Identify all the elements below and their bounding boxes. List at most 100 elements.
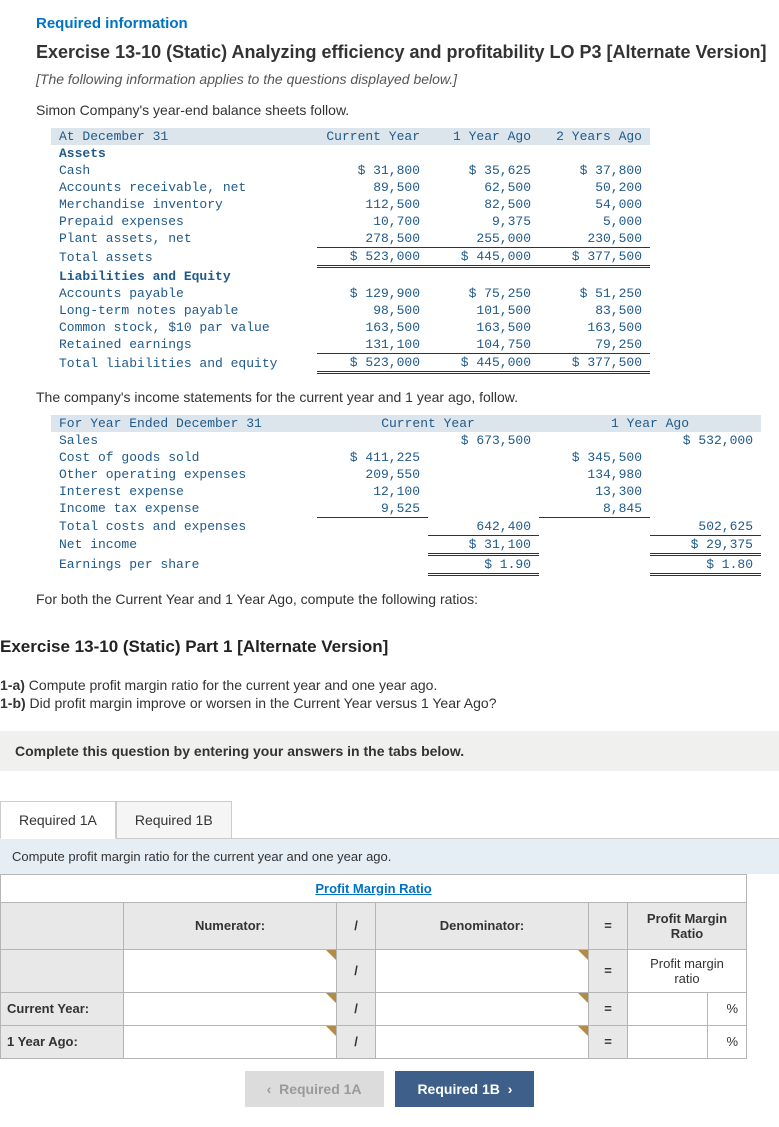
result-label: Profit margin ratio — [628, 949, 747, 992]
total-assets-label: Total assets — [51, 248, 317, 267]
table-cell: 163,500 — [428, 319, 539, 336]
applies-note: [The following information applies to th… — [36, 71, 779, 87]
total-assets-c: $ 523,000 — [317, 248, 428, 267]
total-assets-y1: $ 445,000 — [428, 248, 539, 267]
table-cell: 83,500 — [539, 302, 650, 319]
part-title: Exercise 13-10 (Static) Part 1 [Alternat… — [0, 637, 779, 657]
denominator-y1-input[interactable] — [376, 1025, 589, 1058]
table-cell: 9,375 — [428, 213, 539, 230]
table-cell: 112,500 — [317, 196, 428, 213]
eps-label: Earnings per share — [51, 554, 317, 574]
denominator-label-input[interactable] — [376, 949, 589, 992]
result-y1[interactable] — [628, 1025, 708, 1058]
row-current-year: Current Year: — [1, 992, 124, 1025]
table-cell: $ 31,800 — [317, 162, 428, 179]
answer-table: Profit Margin Ratio Numerator: / Denomin… — [0, 874, 747, 1059]
table-cell: 98,500 — [317, 302, 428, 319]
required-info-label: Required information — [36, 15, 779, 32]
numerator-current-input[interactable] — [124, 992, 337, 1025]
sales-y1: $ 532,000 — [650, 432, 761, 449]
dropdown-icon — [326, 950, 336, 960]
income-intro: The company's income statements for the … — [36, 389, 779, 405]
result-current[interactable] — [628, 992, 708, 1025]
dropdown-icon — [578, 993, 588, 1003]
table-row-label: Common stock, $10 par value — [51, 319, 317, 336]
ratios-intro: For both the Current Year and 1 Year Ago… — [36, 591, 779, 607]
table-cell: 8,845 — [539, 500, 650, 518]
chevron-left-icon: ‹ — [267, 1081, 272, 1097]
q1a: 1-a) Compute profit margin ratio for the… — [0, 677, 779, 693]
table-cell: $ 51,250 — [539, 285, 650, 302]
table-cell: 131,100 — [317, 336, 428, 354]
table-row-label: Accounts payable — [51, 285, 317, 302]
table-cell: 104,750 — [428, 336, 539, 354]
table-row-label: Long-term notes payable — [51, 302, 317, 319]
col-current: Current Year — [317, 128, 428, 145]
total-costs-y1: 502,625 — [650, 518, 761, 536]
table-row-label: Plant assets, net — [51, 230, 317, 248]
chevron-right-icon: › — [508, 1081, 513, 1097]
table-cell: 89,500 — [317, 179, 428, 196]
table-cell: 278,500 — [317, 230, 428, 248]
sales-label: Sales — [51, 432, 317, 449]
table-cell: $ 345,500 — [539, 449, 650, 466]
q1b: 1-b) Did profit margin improve or worsen… — [0, 695, 779, 711]
table-cell: 230,500 — [539, 230, 650, 248]
table-cell: 13,300 — [539, 483, 650, 500]
table-row-label: Other operating expenses — [51, 466, 317, 483]
col-date: At December 31 — [51, 128, 317, 145]
table-cell: 134,980 — [539, 466, 650, 483]
tabs: Required 1A Required 1B — [0, 801, 779, 839]
sales-c: $ 673,500 — [428, 432, 539, 449]
table-cell: 163,500 — [539, 319, 650, 336]
table-cell: 50,200 — [539, 179, 650, 196]
dropdown-icon — [578, 950, 588, 960]
net-income-label: Net income — [51, 535, 317, 554]
col-y2: 2 Years Ago — [539, 128, 650, 145]
numerator-label-input[interactable] — [124, 949, 337, 992]
table-cell: 255,000 — [428, 230, 539, 248]
total-liab-label: Total liabilities and equity — [51, 354, 317, 373]
table-cell: 5,000 — [539, 213, 650, 230]
table-cell: 9,525 — [317, 500, 428, 518]
eps-y1: $ 1.80 — [650, 554, 761, 574]
table-cell: 209,550 — [317, 466, 428, 483]
assets-header: Assets — [51, 145, 650, 162]
table-cell: $ 129,900 — [317, 285, 428, 302]
table-row-label: Accounts receivable, net — [51, 179, 317, 196]
total-liab-y1: $ 445,000 — [428, 354, 539, 373]
table-cell: $ 411,225 — [317, 449, 428, 466]
tab-required-1a[interactable]: Required 1A — [0, 801, 116, 839]
result-header: Profit Margin Ratio — [628, 902, 747, 949]
dropdown-icon — [326, 993, 336, 1003]
row-1-year-ago: 1 Year Ago: — [1, 1025, 124, 1058]
net-income-y1: $ 29,375 — [650, 535, 761, 554]
pct-label: % — [708, 1025, 747, 1058]
tab-instruction: Compute profit margin ratio for the curr… — [0, 839, 779, 874]
total-costs-label: Total costs and expenses — [51, 518, 317, 536]
table-cell: $ 35,625 — [428, 162, 539, 179]
denominator-current-input[interactable] — [376, 992, 589, 1025]
inc-col-cur: Current Year — [317, 415, 539, 432]
tab-required-1b[interactable]: Required 1B — [116, 801, 232, 839]
table-row-label: Prepaid expenses — [51, 213, 317, 230]
table-cell: 101,500 — [428, 302, 539, 319]
next-button[interactable]: Required 1B › — [395, 1071, 534, 1107]
answer-title: Profit Margin Ratio — [1, 874, 747, 902]
numerator-y1-input[interactable] — [124, 1025, 337, 1058]
table-row-label: Interest expense — [51, 483, 317, 500]
table-row-label: Cash — [51, 162, 317, 179]
table-row-label: Income tax expense — [51, 500, 317, 518]
liab-header: Liabilities and Equity — [51, 267, 650, 286]
total-costs-c: 642,400 — [428, 518, 539, 536]
eq-header: = — [589, 902, 628, 949]
table-cell: 163,500 — [317, 319, 428, 336]
table-cell: 10,700 — [317, 213, 428, 230]
table-cell: $ 75,250 — [428, 285, 539, 302]
prev-button[interactable]: ‹ Required 1A — [245, 1071, 384, 1107]
table-row-label: Merchandise inventory — [51, 196, 317, 213]
table-row-label: Retained earnings — [51, 336, 317, 354]
table-cell: 82,500 — [428, 196, 539, 213]
table-cell: 79,250 — [539, 336, 650, 354]
total-liab-c: $ 523,000 — [317, 354, 428, 373]
